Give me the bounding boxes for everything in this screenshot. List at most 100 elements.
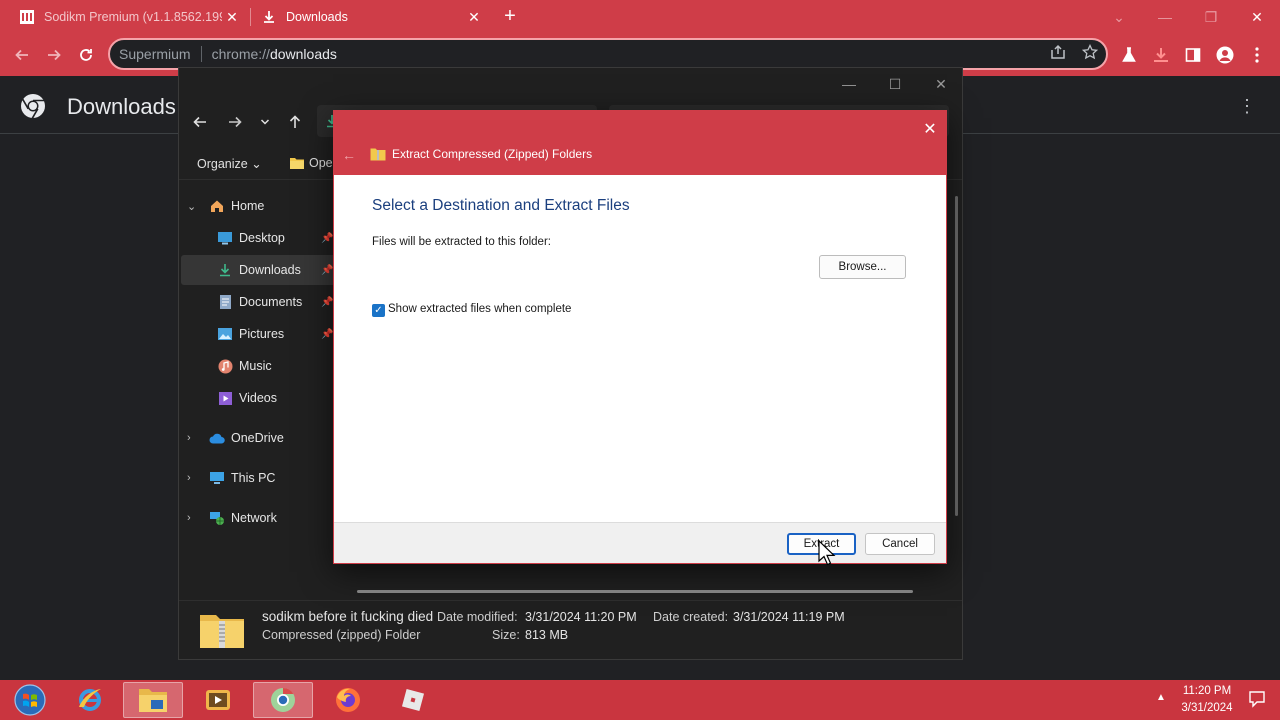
explorer-minimize-button[interactable]: — xyxy=(826,72,872,96)
cloud-icon xyxy=(209,430,225,446)
more-options-icon[interactable]: ⋮ xyxy=(1238,96,1256,117)
show-hidden-icons-icon[interactable]: ▲ xyxy=(1156,692,1166,703)
profile-avatar-icon[interactable] xyxy=(1214,44,1236,66)
forward-button[interactable] xyxy=(41,42,67,68)
zip-folder-icon xyxy=(370,147,386,161)
tab-downloads[interactable]: Downloads ✕ xyxy=(250,0,490,34)
browse-button[interactable]: Browse... xyxy=(819,255,906,279)
show-files-checkbox[interactable]: ✓ xyxy=(372,304,385,317)
forward-arrow-icon xyxy=(48,49,61,61)
url-scheme: chrome:// xyxy=(211,46,270,62)
explorer-back-button[interactable] xyxy=(187,110,213,134)
nav-music[interactable]: Music xyxy=(217,351,272,381)
close-window-button[interactable]: ✕ xyxy=(1234,0,1280,34)
notifications-icon[interactable] xyxy=(1248,690,1266,708)
url-host: downloads xyxy=(269,46,337,62)
nav-documents[interactable]: Documents 📌 xyxy=(217,287,333,317)
download-icon xyxy=(217,262,233,278)
explorer-close-button[interactable]: ✕ xyxy=(918,72,964,96)
date-modified-value: 3/31/2024 11:20 PM xyxy=(525,610,637,624)
tab-sodikm[interactable]: Sodikm Premium (v1.1.8562.199 ✕ xyxy=(8,0,248,34)
side-panel-icon[interactable] xyxy=(1182,44,1204,66)
tab-title: Downloads xyxy=(286,10,348,24)
nav-label: Videos xyxy=(239,391,277,405)
explorer-maximize-button[interactable]: ☐ xyxy=(872,72,918,96)
address-bar[interactable]: Supermium chrome:// downloads xyxy=(108,38,1108,70)
nav-home[interactable]: ⌄ Home xyxy=(187,191,265,221)
nav-label: Downloads xyxy=(239,263,301,277)
pin-icon[interactable]: 📌 xyxy=(321,329,333,340)
horizontal-scrollbar[interactable] xyxy=(357,590,913,593)
roblox-icon xyxy=(401,688,425,712)
nav-label: Home xyxy=(231,199,265,213)
nav-downloads[interactable]: Downloads 📌 xyxy=(217,255,333,285)
chevron-right-icon[interactable]: › xyxy=(187,432,191,444)
close-tab-icon[interactable]: ✕ xyxy=(222,9,242,26)
share-icon[interactable] xyxy=(1048,42,1068,62)
date-modified-label: Date modified: xyxy=(437,610,518,624)
minimize-button[interactable]: — xyxy=(1142,0,1188,34)
clock-time: 11:20 PM xyxy=(1182,685,1232,697)
destination-label: Files will be extracted to this folder: xyxy=(372,236,551,248)
up-button[interactable] xyxy=(282,110,308,134)
page-title: Downloads xyxy=(67,94,176,119)
tab-search-icon[interactable]: ⌄ xyxy=(1096,0,1142,34)
site-favicon-icon xyxy=(20,10,34,24)
nav-videos[interactable]: Videos xyxy=(217,383,277,413)
organize-menu[interactable]: Organize ⌄ xyxy=(197,156,262,171)
folder-icon xyxy=(139,689,167,712)
pin-icon[interactable]: 📌 xyxy=(321,265,333,276)
home-icon xyxy=(209,198,225,214)
nav-label: OneDrive xyxy=(231,431,284,445)
start-button[interactable] xyxy=(0,682,60,718)
chevron-right-icon[interactable]: › xyxy=(187,472,191,484)
extension-flask-icon[interactable] xyxy=(1118,44,1140,66)
browser-menu-icon[interactable] xyxy=(1246,44,1268,66)
nav-network[interactable]: › Network xyxy=(187,503,277,533)
explorer-forward-button[interactable] xyxy=(222,110,248,134)
nav-label: Network xyxy=(231,511,277,525)
dialog-close-button[interactable]: ✕ xyxy=(918,117,942,141)
dialog-back-arrow-icon[interactable]: ← xyxy=(342,147,356,163)
extract-dialog: ✕ ← Extract Compressed (Zipped) Folders … xyxy=(333,110,947,564)
system-clock[interactable]: 11:20 PM 3/31/2024 xyxy=(1172,683,1242,717)
show-files-label[interactable]: Show extracted files when complete xyxy=(388,303,571,315)
maximize-button[interactable]: ❐ xyxy=(1188,0,1234,34)
taskbar-media-player[interactable] xyxy=(188,682,248,718)
pin-icon[interactable]: 📌 xyxy=(321,297,333,308)
desktop-icon xyxy=(217,230,233,246)
download-icon xyxy=(262,10,276,24)
nav-this-pc[interactable]: › This PC xyxy=(187,463,275,493)
back-button[interactable] xyxy=(9,42,35,68)
nav-desktop[interactable]: Desktop 📌 xyxy=(217,223,333,253)
internet-explorer-icon xyxy=(79,689,101,711)
taskbar-ie[interactable] xyxy=(60,682,120,718)
nav-pictures[interactable]: Pictures 📌 xyxy=(217,319,333,349)
chevron-right-icon[interactable]: › xyxy=(187,512,191,524)
back-arrow-icon xyxy=(193,116,206,128)
open-button[interactable]: Open xyxy=(289,156,340,170)
pin-icon[interactable]: 📌 xyxy=(321,233,333,244)
date-created-value: 3/31/2024 11:19 PM xyxy=(733,610,845,624)
nav-label: Pictures xyxy=(239,327,285,341)
new-tab-button[interactable]: + xyxy=(500,6,520,26)
vertical-scrollbar[interactable] xyxy=(955,196,958,516)
taskbar-browser[interactable] xyxy=(253,682,313,718)
close-tab-icon[interactable]: ✕ xyxy=(464,9,484,26)
recent-locations-button[interactable] xyxy=(252,110,278,134)
nav-onedrive[interactable]: › OneDrive xyxy=(187,423,284,453)
taskbar-firefox[interactable] xyxy=(318,682,378,718)
taskbar-roblox[interactable] xyxy=(383,682,443,718)
bookmark-star-icon[interactable] xyxy=(1080,42,1100,62)
cancel-button[interactable]: Cancel xyxy=(865,533,935,555)
taskbar-file-explorer[interactable] xyxy=(123,682,183,718)
network-icon xyxy=(209,510,225,526)
tab-title: Sodikm Premium (v1.1.8562.199 xyxy=(44,10,222,24)
chevron-down-icon[interactable]: ⌄ xyxy=(187,200,196,213)
reload-icon xyxy=(80,49,92,61)
date-created-label: Date created: xyxy=(653,610,729,624)
reload-button[interactable] xyxy=(73,42,99,68)
downloads-toolbar-icon[interactable] xyxy=(1150,44,1172,66)
size-label: Size: xyxy=(492,628,520,642)
details-pane: sodikm before it fucking died Compressed… xyxy=(179,600,962,660)
